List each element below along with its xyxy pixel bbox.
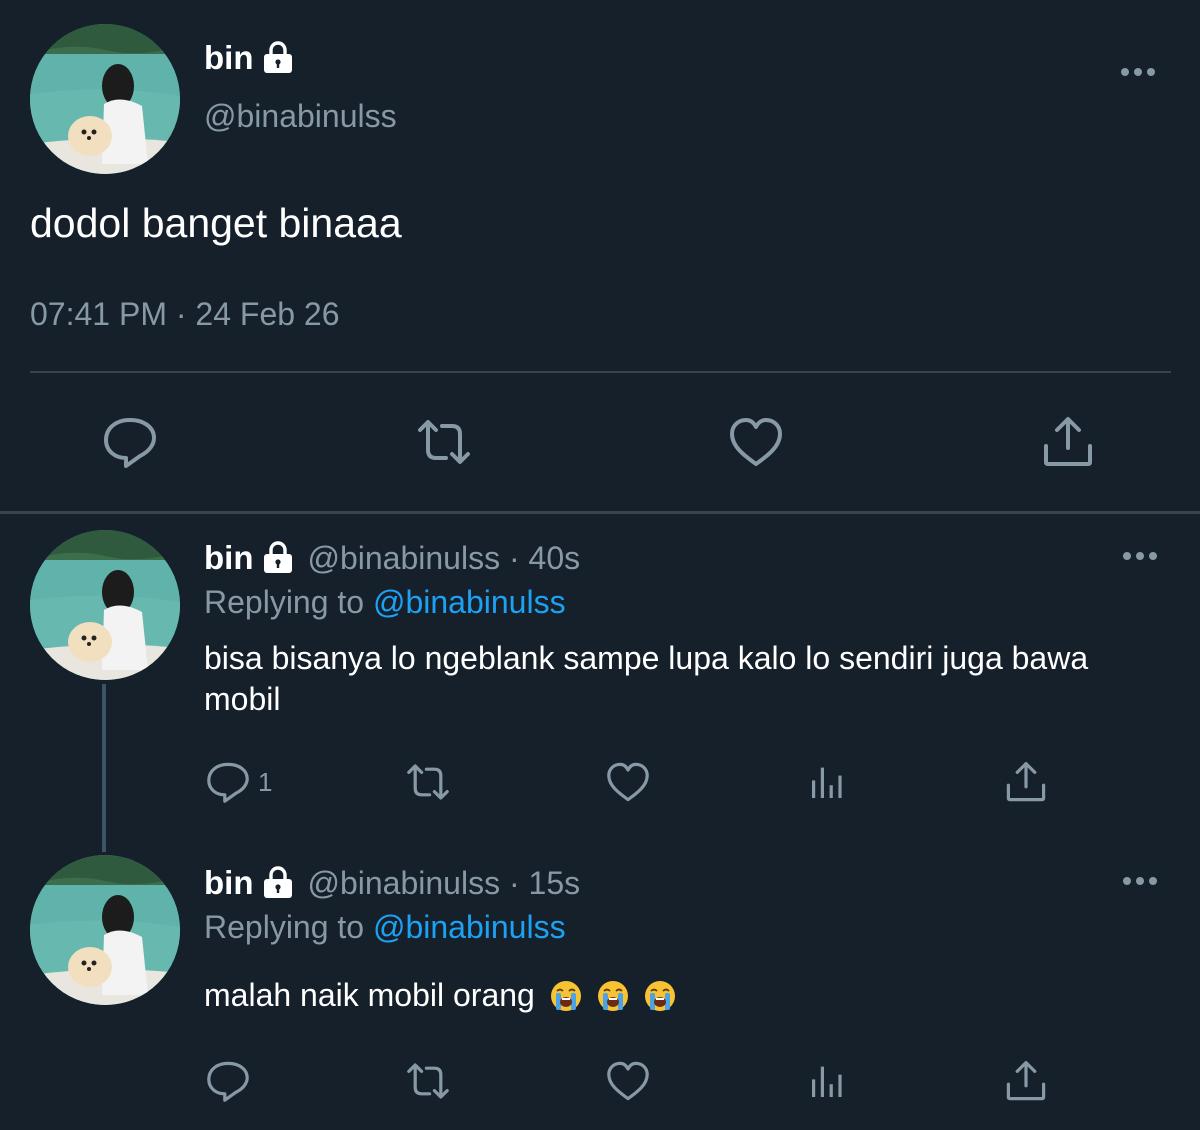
replying-prefix: Replying to <box>204 909 365 945</box>
analytics-icon <box>804 1057 852 1105</box>
share-icon <box>1002 1057 1050 1105</box>
tweet-text-container: malah naik mobil orang <box>204 975 1124 1016</box>
reply-button[interactable] <box>98 410 162 474</box>
author-row: bin <box>204 38 295 78</box>
timestamp[interactable]: 07:41 PM · 24 Feb 26 <box>30 294 340 334</box>
author-row: bin @binabinulss · 15s <box>204 863 580 903</box>
retweet-icon <box>404 758 452 806</box>
share-button[interactable] <box>1002 1053 1050 1109</box>
retweet-icon <box>414 412 474 472</box>
reply-icon <box>204 1057 252 1105</box>
reply-icon <box>100 412 160 472</box>
handle[interactable]: @binabinulss <box>204 96 397 136</box>
like-button[interactable] <box>604 754 652 810</box>
lock-icon <box>261 541 295 575</box>
tweet-text: dodol banget binaaa <box>30 200 402 246</box>
display-name[interactable]: bin <box>204 538 253 578</box>
more-options-icon[interactable] <box>1120 546 1160 566</box>
reply-tweet: bin @binabinulss · 15s Replying to @bina… <box>0 855 1200 1115</box>
lock-icon <box>261 866 295 900</box>
main-tweet: bin @binabinulss dodol banget binaaa 07:… <box>0 0 1200 510</box>
divider <box>30 371 1171 373</box>
replying-mention-link[interactable]: @binabinulss <box>373 909 566 945</box>
tweet-text: bisa bisanya lo ngeblank sampe lupa kalo… <box>204 640 1089 717</box>
share-button[interactable] <box>1036 410 1100 474</box>
retweet-button[interactable] <box>412 410 476 474</box>
like-icon <box>726 412 786 472</box>
like-icon <box>604 758 652 806</box>
like-icon <box>604 1057 652 1105</box>
lock-icon <box>261 41 295 75</box>
avatar[interactable] <box>30 530 180 680</box>
more-options-icon[interactable] <box>1120 871 1160 891</box>
reply-button[interactable] <box>204 1053 252 1109</box>
tweet-actions: 1 <box>0 754 1200 810</box>
reply-button[interactable]: 1 <box>204 754 272 810</box>
reply-count: 1 <box>258 766 273 797</box>
replying-mention-link[interactable]: @binabinulss <box>373 584 566 620</box>
section-divider <box>0 511 1200 514</box>
replying-to: Replying to @binabinulss <box>204 582 566 622</box>
avatar[interactable] <box>30 24 180 174</box>
share-icon <box>1038 412 1098 472</box>
loudly-crying-face-emoji <box>597 980 629 1012</box>
reply-tweet: bin @binabinulss · 40s Replying to @bina… <box>0 530 1200 830</box>
like-button[interactable] <box>604 1053 652 1109</box>
tweet-actions <box>0 410 1200 474</box>
reply-icon <box>204 758 252 806</box>
replying-prefix: Replying to <box>204 584 365 620</box>
retweet-button[interactable] <box>404 754 452 810</box>
retweet-icon <box>404 1057 452 1105</box>
like-button[interactable] <box>724 410 788 474</box>
avatar[interactable] <box>30 855 180 1005</box>
handle-and-time[interactable]: @binabinulss · 40s <box>307 538 580 578</box>
loudly-crying-face-emoji <box>550 980 582 1012</box>
analytics-icon <box>804 758 852 806</box>
share-icon <box>1002 758 1050 806</box>
share-button[interactable] <box>1002 754 1050 810</box>
analytics-button[interactable] <box>804 1053 852 1109</box>
analytics-button[interactable] <box>804 754 852 810</box>
handle-and-time[interactable]: @binabinulss · 15s <box>307 863 580 903</box>
display-name[interactable]: bin <box>204 863 253 903</box>
replying-to: Replying to @binabinulss <box>204 907 566 947</box>
tweet-thread-page: bin @binabinulss dodol banget binaaa 07:… <box>0 0 1200 1130</box>
more-options-icon[interactable] <box>1118 62 1158 82</box>
tweet-actions <box>0 1053 1200 1109</box>
tweet-text: malah naik mobil orang <box>204 977 535 1013</box>
retweet-button[interactable] <box>404 1053 452 1109</box>
display-name[interactable]: bin <box>204 38 253 78</box>
author-row: bin @binabinulss · 40s <box>204 538 580 578</box>
loudly-crying-face-emoji <box>644 980 676 1012</box>
